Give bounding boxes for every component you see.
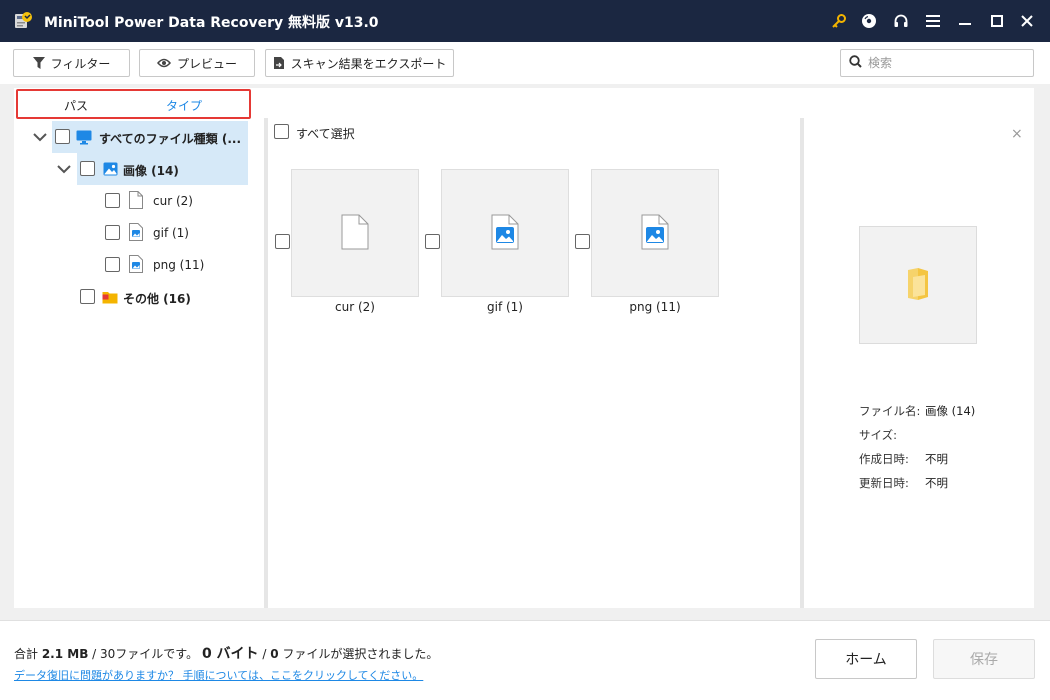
filter-button[interactable]: フィルター	[13, 49, 130, 77]
headset-icon[interactable]	[890, 10, 912, 32]
size-label: サイズ:	[859, 428, 898, 442]
total-size: 2.1 MB	[41, 647, 89, 661]
folder-icon	[102, 289, 118, 305]
total-files: / 30ファイルです。	[88, 647, 199, 661]
item-checkbox-cur[interactable]	[275, 234, 290, 249]
tree-label-images: 画像 (14)	[123, 164, 179, 178]
selected-bytes: 0 バイト	[201, 646, 259, 662]
image-file-icon	[491, 214, 519, 253]
tree-label-all-types: すべてのファイル種類 (...	[99, 132, 242, 146]
tree-checkbox-images[interactable]	[80, 161, 95, 176]
tree-label-other: その他 (16)	[123, 292, 191, 306]
blank-file-icon	[128, 191, 144, 209]
menu-icon[interactable]	[922, 10, 944, 32]
save-button[interactable]: 保存	[933, 639, 1035, 679]
app-logo-icon	[12, 10, 34, 32]
preview-thumbnail	[859, 226, 977, 344]
search-box[interactable]	[840, 49, 1034, 77]
window-title: MiniTool Power Data Recovery 無料版 v13.0	[44, 15, 379, 31]
pane-divider[interactable]	[800, 118, 804, 608]
item-label-cur: cur (2)	[335, 300, 375, 314]
tab-type[interactable]: タイプ	[166, 97, 202, 114]
tree-checkbox-other[interactable]	[80, 289, 95, 304]
eye-icon	[156, 57, 171, 69]
tree-label-cur[interactable]: cur (2)	[153, 194, 193, 208]
selected-files: 0	[270, 647, 279, 661]
maximize-icon[interactable]	[986, 10, 1008, 32]
tree-checkbox-all-types[interactable]	[55, 129, 70, 144]
image-file-icon	[128, 255, 144, 273]
main-panel: パス タイプ すべてのファイル種類 (... 画像 (14) cur (2) g…	[14, 88, 1034, 608]
export-label: スキャン結果をエクスポート	[290, 56, 447, 71]
folder-icon	[905, 267, 931, 304]
item-label-gif: gif (1)	[487, 300, 523, 314]
blank-file-icon	[341, 214, 369, 253]
modified-value: 不明	[925, 476, 948, 490]
item-checkbox-png[interactable]	[575, 234, 590, 249]
filename-value: 画像 (14)	[925, 404, 976, 418]
tree-label-png[interactable]: png (11)	[153, 258, 204, 272]
tree-label-gif[interactable]: gif (1)	[153, 226, 189, 240]
tree-checkbox-gif[interactable]	[105, 225, 120, 240]
image-icon	[102, 161, 118, 177]
help-link[interactable]: データ復旧に問題がありますか？ 手順については、ここをクリックしてください。	[14, 667, 423, 683]
select-all-checkbox[interactable]	[274, 124, 289, 139]
search-input[interactable]	[868, 56, 1018, 70]
toolbar: フィルター プレビュー スキャン結果をエクスポート	[0, 42, 1050, 84]
close-preview-icon[interactable]: ×	[1011, 126, 1023, 142]
filter-icon	[32, 57, 45, 69]
created-value: 不明	[925, 452, 948, 466]
item-thumbnail-png[interactable]	[591, 169, 719, 297]
title-bar: MiniTool Power Data Recovery 無料版 v13.0	[0, 0, 1050, 42]
close-icon[interactable]	[1016, 10, 1038, 32]
filter-label: フィルター	[50, 56, 111, 71]
selected-separator: /	[258, 647, 271, 661]
preview-button[interactable]: プレビュー	[139, 49, 255, 77]
filename-label: ファイル名:	[859, 404, 921, 418]
item-label-png: png (11)	[629, 300, 681, 314]
item-checkbox-gif[interactable]	[425, 234, 440, 249]
preview-label: プレビュー	[176, 56, 237, 71]
image-file-icon	[128, 223, 144, 241]
item-thumbnail-gif[interactable]	[441, 169, 569, 297]
monitor-icon	[76, 129, 92, 145]
view-tabs: パス タイプ	[16, 89, 251, 119]
chevron-down-icon[interactable]	[32, 129, 48, 145]
chevron-down-icon[interactable]	[56, 161, 72, 177]
export-scan-button[interactable]: スキャン結果をエクスポート	[265, 49, 454, 77]
tab-path[interactable]: パス	[64, 97, 88, 114]
created-label: 作成日時:	[859, 452, 909, 466]
selected-suffix: ファイルが選択されました。	[278, 647, 439, 661]
selection-summary: 合計 2.1 MB / 30ファイルです。 0 バイト / 0 ファイルが選択さ…	[14, 643, 438, 663]
disc-icon[interactable]	[858, 10, 880, 32]
total-prefix: 合計	[14, 647, 42, 661]
item-thumbnail-cur[interactable]	[291, 169, 419, 297]
select-all-label: すべて選択	[296, 127, 355, 141]
minimize-icon[interactable]	[954, 10, 976, 32]
modified-label: 更新日時:	[859, 476, 909, 490]
key-icon[interactable]	[828, 10, 850, 32]
export-file-icon	[273, 56, 285, 70]
tree-checkbox-png[interactable]	[105, 257, 120, 272]
image-file-icon	[641, 214, 669, 253]
home-button[interactable]: ホーム	[815, 639, 917, 679]
footer: 合計 2.1 MB / 30ファイルです。 0 バイト / 0 ファイルが選択さ…	[0, 620, 1050, 700]
search-icon	[849, 55, 862, 71]
pane-divider[interactable]	[264, 118, 268, 608]
tree-checkbox-cur[interactable]	[105, 193, 120, 208]
